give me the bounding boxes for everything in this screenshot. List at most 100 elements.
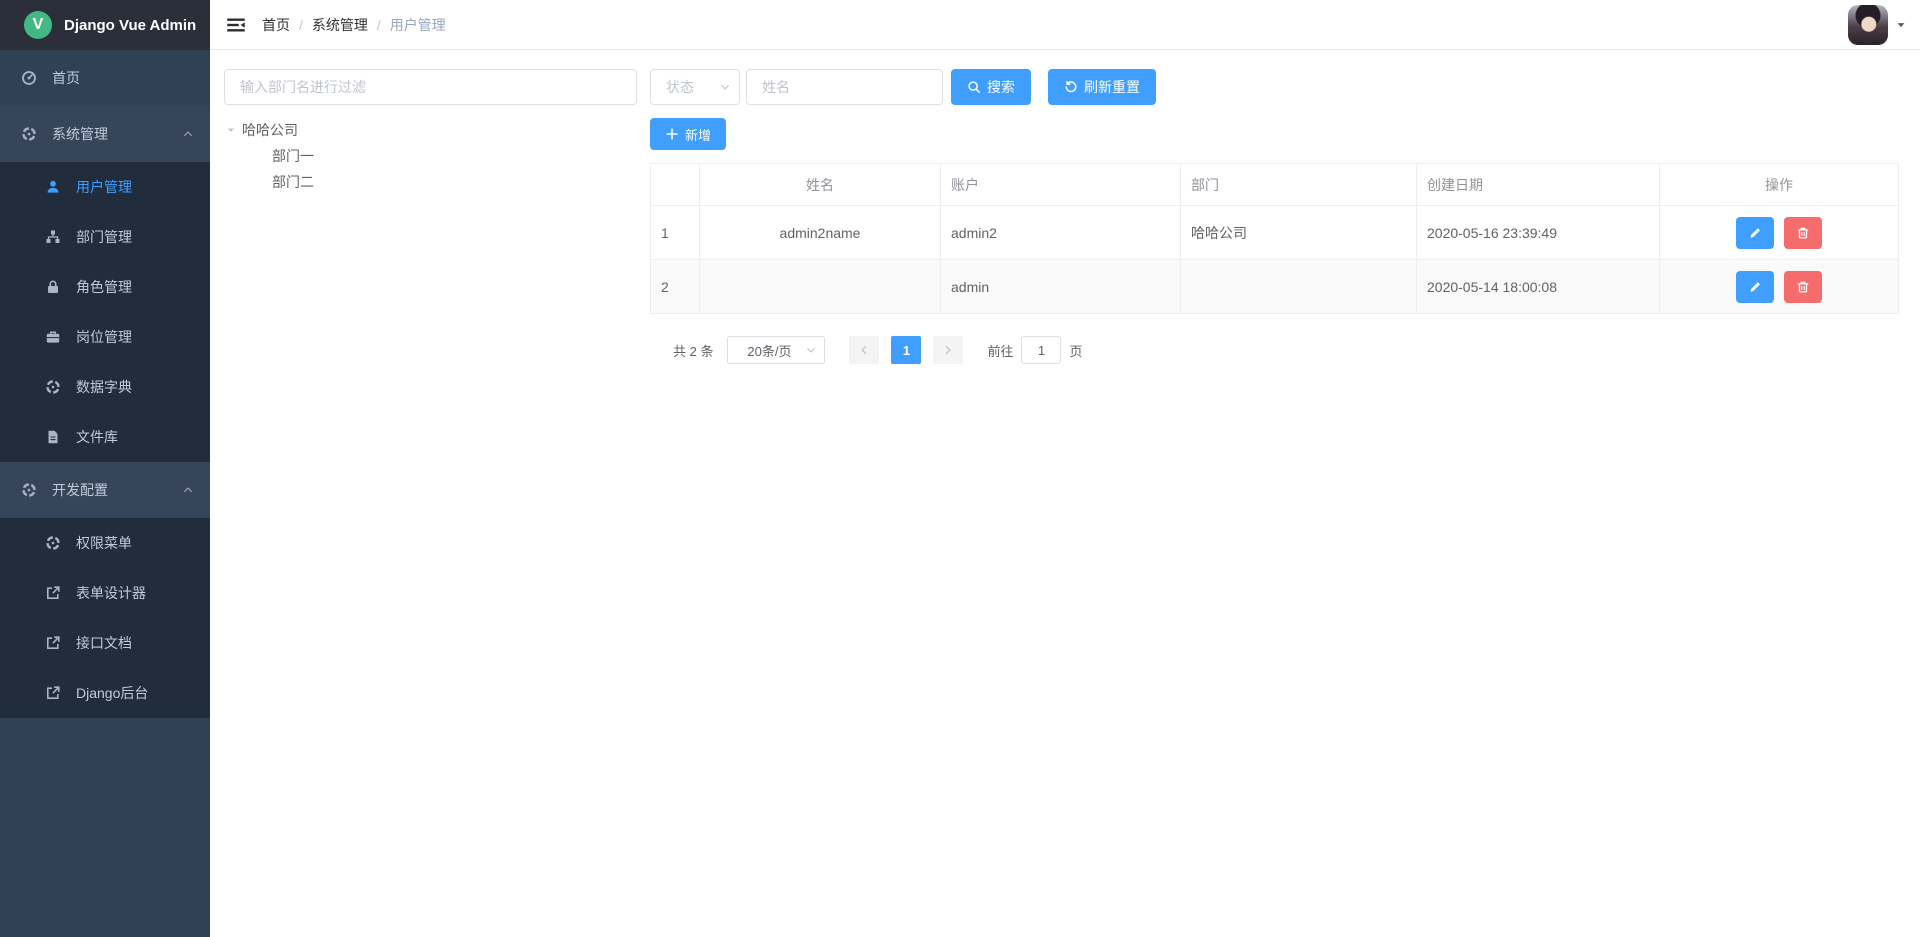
sidebar-item-dept-mgmt[interactable]: 部门管理	[0, 212, 210, 262]
breadcrumb-system[interactable]: 系统管理	[312, 15, 368, 35]
pagination-total: 共 2 条	[673, 341, 713, 360]
sidebar-item-label: 岗位管理	[76, 327, 132, 347]
dict-icon	[44, 378, 62, 396]
sidebar-item-label: 文件库	[76, 427, 118, 447]
sidebar-item-role-mgmt[interactable]: 角色管理	[0, 262, 210, 312]
column-header-created: 创建日期	[1417, 164, 1660, 206]
plus-icon	[665, 127, 679, 141]
sidebar-item-label: 开发配置	[52, 480, 108, 500]
cell-account: admin2	[941, 206, 1181, 260]
add-user-button[interactable]: 新增	[650, 118, 726, 150]
document-icon	[44, 428, 62, 446]
cell-created: 2020-05-14 18:00:08	[1417, 260, 1660, 314]
user-list-panel: 状态 搜索	[650, 69, 1899, 937]
breadcrumb: 首页 / 系统管理 / 用户管理	[262, 15, 446, 35]
edit-icon	[1748, 226, 1762, 240]
topbar-right	[1848, 5, 1906, 45]
page-number-button[interactable]: 1	[891, 336, 921, 364]
refresh-reset-button[interactable]: 刷新重置	[1048, 69, 1156, 105]
breadcrumb-home[interactable]: 首页	[262, 15, 290, 35]
add-button-label: 新增	[685, 125, 711, 144]
breadcrumb-separator: /	[299, 17, 303, 33]
content: 哈哈公司 部门一 部门二 状态	[210, 50, 1920, 937]
sidebar-item-label: 接口文档	[76, 633, 132, 653]
system-icon	[20, 125, 38, 143]
edit-button[interactable]	[1736, 217, 1774, 249]
cell-name	[700, 260, 941, 314]
briefcase-icon	[44, 328, 62, 346]
sidebar-item-data-dict[interactable]: 数据字典	[0, 362, 210, 412]
search-button[interactable]: 搜索	[951, 69, 1031, 105]
cell-actions	[1660, 206, 1899, 260]
sidebar-submenu-system[interactable]: 系统管理	[0, 106, 210, 162]
goto-page-input[interactable]	[1021, 336, 1061, 364]
trash-icon	[1796, 280, 1810, 294]
next-page-button[interactable]	[933, 336, 963, 364]
user-icon	[44, 178, 62, 196]
submenu-system: 用户管理 部门管理 角色管理	[0, 162, 210, 462]
status-select[interactable]: 状态	[650, 69, 740, 105]
table-row: 1 admin2name admin2 哈哈公司 2020-05-16 23:3…	[651, 206, 1899, 260]
column-header-name: 姓名	[700, 164, 941, 206]
sidebar-item-label: 权限菜单	[76, 533, 132, 553]
sidebar-item-label: 表单设计器	[76, 583, 146, 603]
caret-down-icon[interactable]	[226, 125, 236, 135]
chevron-down-icon	[719, 81, 731, 93]
submenu-dev-config: 权限菜单 表单设计器 接口文档	[0, 518, 210, 718]
sidebar-item-permission-menu[interactable]: 权限菜单	[0, 518, 210, 568]
sidebar-item-label: Django后台	[76, 683, 148, 703]
cell-dept	[1181, 260, 1417, 314]
users-table: 姓名 账户 部门 创建日期 操作 1 admin2name ad	[650, 163, 1899, 314]
sidebar-item-user-mgmt[interactable]: 用户管理	[0, 162, 210, 212]
status-select-value: 状态	[666, 77, 694, 97]
prev-page-button[interactable]	[849, 336, 879, 364]
name-search-input[interactable]	[746, 69, 943, 105]
cell-dept: 哈哈公司	[1181, 206, 1417, 260]
column-header-account: 账户	[941, 164, 1181, 206]
cell-actions	[1660, 260, 1899, 314]
user-avatar[interactable]	[1848, 5, 1888, 45]
pagination: 共 2 条 20条/页 1	[650, 336, 1899, 364]
cell-created: 2020-05-16 23:39:49	[1417, 206, 1660, 260]
page-size-value: 20条/页	[747, 341, 791, 360]
sidebar-submenu-dev-config[interactable]: 开发配置	[0, 462, 210, 518]
sidebar-item-django-admin[interactable]: Django后台	[0, 668, 210, 718]
sidebar-item-form-designer[interactable]: 表单设计器	[0, 568, 210, 618]
cell-name: admin2name	[700, 206, 941, 260]
goto-page: 前往 页	[987, 336, 1082, 364]
column-header-actions: 操作	[1660, 164, 1899, 206]
logo-bar[interactable]: V Django Vue Admin	[0, 0, 210, 50]
cell-account: admin	[941, 260, 1181, 314]
breadcrumb-separator: /	[377, 17, 381, 33]
sidebar-collapse-icon[interactable]	[226, 15, 246, 35]
delete-button[interactable]	[1784, 271, 1822, 303]
sidebar-item-file-library[interactable]: 文件库	[0, 412, 210, 462]
edit-button[interactable]	[1736, 271, 1774, 303]
cell-index: 2	[651, 260, 700, 314]
sidebar-item-label: 首页	[52, 68, 80, 88]
tree-node-child[interactable]: 部门一	[224, 143, 637, 169]
reset-button-label: 刷新重置	[1084, 77, 1140, 97]
page-size-select[interactable]: 20条/页	[727, 336, 825, 364]
sidebar-menu: 首页 系统管理 用户管理	[0, 50, 210, 937]
dept-tree-panel: 哈哈公司 部门一 部门二	[224, 69, 637, 937]
column-header-index	[651, 164, 700, 206]
app-root: V Django Vue Admin 首页 系统管理	[0, 0, 1920, 937]
sidebar-item-post-mgmt[interactable]: 岗位管理	[0, 312, 210, 362]
chevron-up-icon	[182, 128, 194, 140]
chevron-up-icon	[182, 484, 194, 496]
goto-page-unit: 页	[1069, 341, 1082, 360]
sidebar-item-label: 角色管理	[76, 277, 132, 297]
dept-filter-input[interactable]	[224, 69, 637, 105]
tree-node-root[interactable]: 哈哈公司	[224, 117, 637, 143]
search-toolbar: 状态 搜索	[650, 69, 1899, 105]
tree-node-child[interactable]: 部门二	[224, 169, 637, 195]
sidebar-item-api-docs[interactable]: 接口文档	[0, 618, 210, 668]
org-tree-icon	[44, 228, 62, 246]
sidebar-item-home[interactable]: 首页	[0, 50, 210, 106]
column-header-dept: 部门	[1181, 164, 1417, 206]
search-button-label: 搜索	[987, 77, 1015, 97]
edit-icon	[1748, 280, 1762, 294]
delete-button[interactable]	[1784, 217, 1822, 249]
caret-down-icon[interactable]	[1896, 20, 1906, 30]
